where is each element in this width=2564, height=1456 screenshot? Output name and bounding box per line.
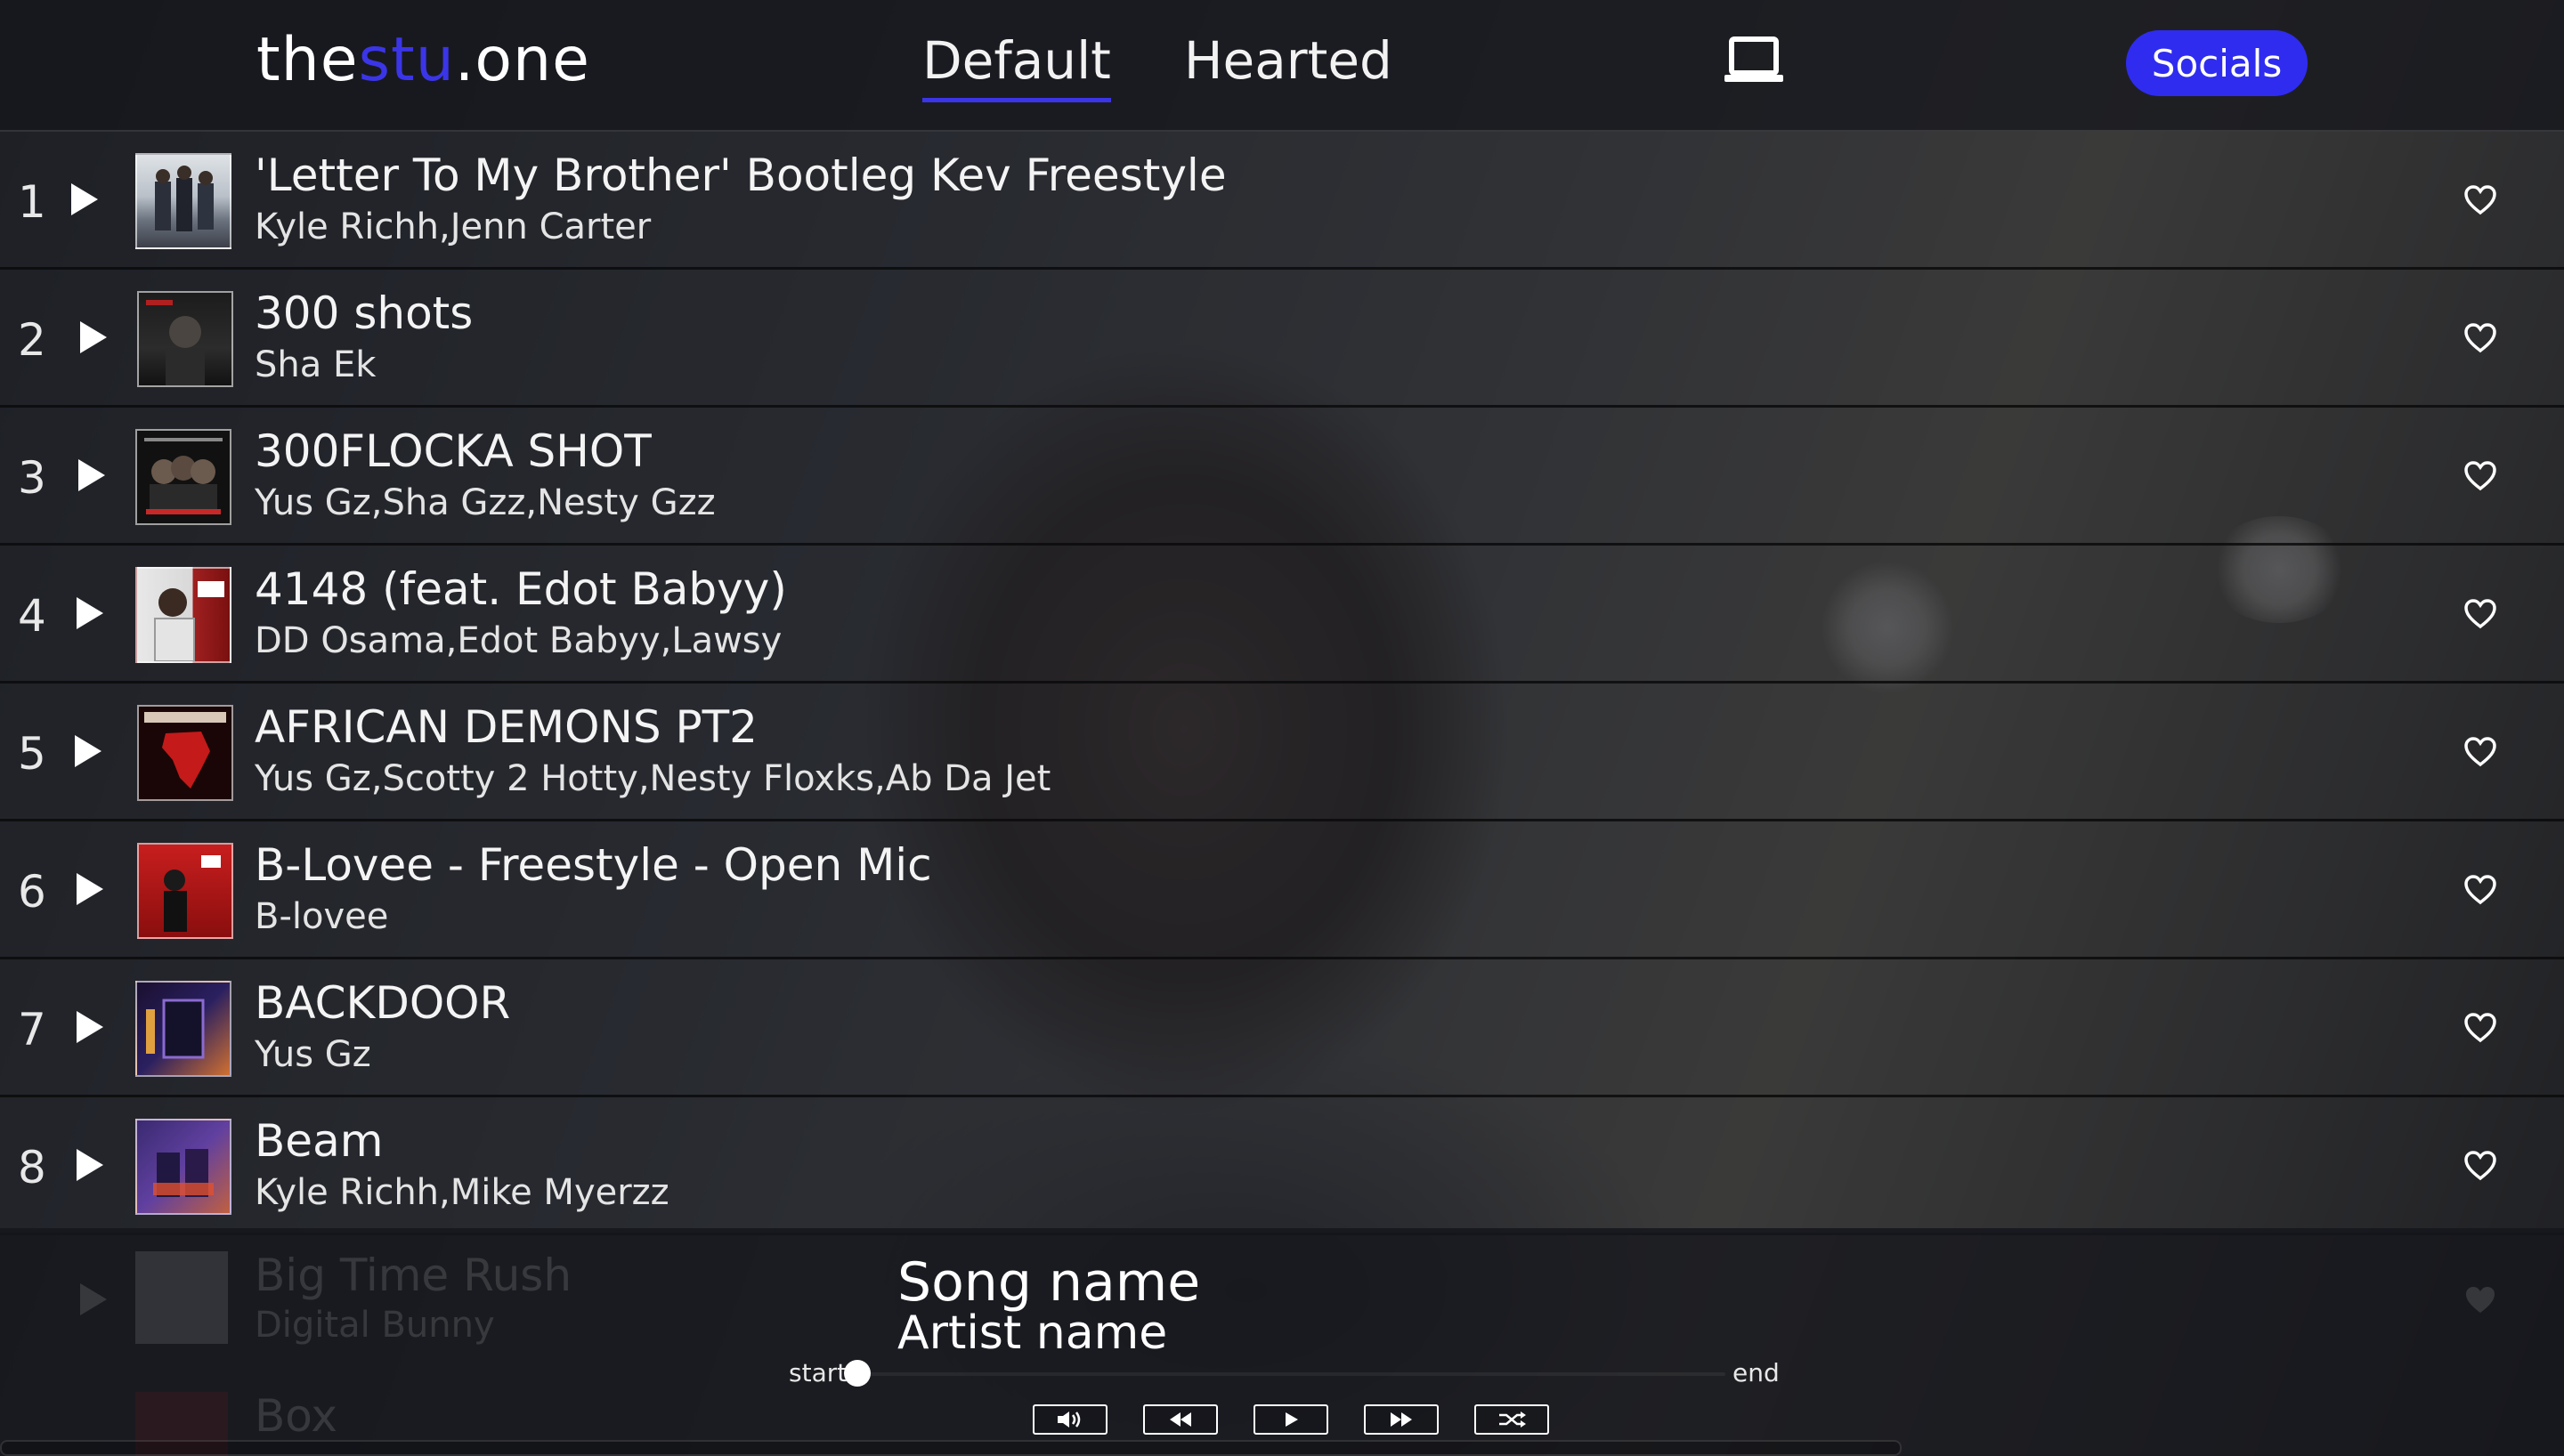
album-art bbox=[137, 291, 233, 387]
volume-icon bbox=[1058, 1412, 1081, 1428]
progress-start-label: start bbox=[789, 1358, 848, 1387]
laptop-icon[interactable] bbox=[1724, 36, 1784, 87]
heart-icon[interactable] bbox=[2464, 185, 2496, 215]
album-art bbox=[135, 429, 231, 525]
progress-slider[interactable] bbox=[844, 1360, 1725, 1387]
heart-icon[interactable] bbox=[2464, 737, 2496, 767]
track-title: BACKDOOR bbox=[255, 977, 511, 1029]
tab-default[interactable]: Default bbox=[922, 30, 1111, 102]
rewind-icon bbox=[1170, 1412, 1191, 1427]
track-artist: Digital Bunny bbox=[255, 1305, 495, 1346]
play-icon[interactable] bbox=[75, 457, 107, 493]
play-icon[interactable] bbox=[73, 1147, 105, 1183]
heart-icon bbox=[2466, 1287, 2495, 1313]
now-playing-artist: Artist name bbox=[897, 1306, 1168, 1360]
album-art bbox=[135, 153, 231, 249]
track-number: 2 bbox=[18, 314, 46, 366]
album-art bbox=[135, 1251, 228, 1344]
heart-icon[interactable] bbox=[2464, 599, 2496, 629]
track-artist: Kyle Richh,Jenn Carter bbox=[255, 206, 652, 247]
track-artist: Yus Gz,Sha Gzz,Nesty Gzz bbox=[255, 482, 716, 523]
track-title: 300 shots bbox=[255, 287, 474, 339]
socials-button[interactable]: Socials bbox=[2126, 30, 2308, 96]
play-icon[interactable] bbox=[68, 182, 100, 217]
playlist-tabs: Default Hearted bbox=[922, 30, 1392, 102]
track-title: B-Lovee - Freestyle - Open Mic bbox=[255, 839, 932, 891]
track-row[interactable]: 5 AFRICAN DEMONS PT2 Yus Gz,Scotty 2 Hot… bbox=[0, 684, 2564, 821]
track-row[interactable]: 4 4148 (feat. Edot Babyy) DD Osama,Edot … bbox=[0, 546, 2564, 684]
track-artist: Yus Gz bbox=[255, 1034, 371, 1075]
album-art bbox=[137, 843, 233, 939]
fast-forward-button[interactable] bbox=[1364, 1404, 1439, 1435]
track-title: AFRICAN DEMONS PT2 bbox=[255, 701, 758, 753]
heart-icon[interactable] bbox=[2464, 1151, 2496, 1181]
track-row[interactable]: 3 300FLOCKA SHOT Yus Gz,Sha Gzz,Nesty Gz… bbox=[0, 408, 2564, 546]
logo-text-one: .one bbox=[454, 25, 590, 95]
heart-icon[interactable] bbox=[2464, 1013, 2496, 1043]
track-row[interactable]: 8 Beam Kyle Richh,Mike Myerzz bbox=[0, 1097, 2564, 1235]
play-icon[interactable] bbox=[71, 733, 103, 769]
track-number: 6 bbox=[18, 866, 46, 918]
play-icon[interactable] bbox=[73, 871, 105, 907]
horizontal-scrollbar[interactable] bbox=[0, 1440, 1902, 1456]
logo-text-the: the bbox=[256, 25, 359, 95]
tab-hearted[interactable]: Hearted bbox=[1184, 30, 1392, 102]
progress-handle[interactable] bbox=[844, 1360, 871, 1387]
now-playing-title: Song name bbox=[897, 1251, 1201, 1314]
track-artist: Kyle Richh,Mike Myerzz bbox=[255, 1172, 669, 1213]
track-title: Big Time Rush bbox=[255, 1250, 572, 1301]
track-number: 5 bbox=[18, 728, 46, 780]
track-row[interactable]: 1 'Letter To My Brother' Bootleg Kev Fre… bbox=[0, 132, 2564, 270]
play-icon[interactable] bbox=[73, 595, 105, 631]
site-logo[interactable]: thestu.one bbox=[256, 25, 590, 95]
heart-icon[interactable] bbox=[2464, 323, 2496, 353]
play-icon[interactable] bbox=[73, 1009, 105, 1045]
track-number: 4 bbox=[18, 590, 46, 642]
player-controls bbox=[1033, 1404, 1549, 1435]
track-title: 4148 (feat. Edot Babyy) bbox=[255, 563, 787, 615]
progress-end-label: end bbox=[1732, 1358, 1780, 1387]
fast-forward-icon bbox=[1391, 1412, 1412, 1427]
track-row[interactable]: 2 300 shots Sha Ek bbox=[0, 270, 2564, 408]
album-art bbox=[135, 567, 231, 663]
play-button[interactable] bbox=[1254, 1404, 1328, 1435]
track-number: 7 bbox=[18, 1004, 46, 1056]
shuffle-icon bbox=[1499, 1412, 1526, 1428]
track-artist: Yus Gz,Scotty 2 Hotty,Nesty Floxks,Ab Da… bbox=[255, 758, 1051, 799]
track-artist: B-lovee bbox=[255, 896, 389, 937]
track-list: 1 'Letter To My Brother' Bootleg Kev Fre… bbox=[0, 132, 2564, 1235]
track-number: 1 bbox=[18, 176, 46, 228]
track-title: 'Letter To My Brother' Bootleg Kev Frees… bbox=[255, 150, 1227, 201]
track-title: 300FLOCKA SHOT bbox=[255, 425, 652, 477]
volume-button[interactable] bbox=[1033, 1404, 1108, 1435]
logo-text-stu: stu bbox=[358, 25, 455, 95]
track-row[interactable]: 6 B-Lovee - Freestyle - Open Mic B-lovee bbox=[0, 821, 2564, 959]
app-root: thestu.one Default Hearted Socials 1 'Le… bbox=[0, 0, 2564, 1456]
play-icon bbox=[1286, 1412, 1298, 1427]
play-icon[interactable] bbox=[77, 320, 109, 355]
album-art bbox=[135, 1119, 231, 1215]
album-art bbox=[135, 981, 231, 1077]
top-nav: thestu.one Default Hearted Socials bbox=[0, 0, 2564, 132]
track-artist: Sha Ek bbox=[255, 344, 377, 385]
play-icon bbox=[80, 1283, 107, 1315]
track-title: Box bbox=[255, 1390, 337, 1442]
track-row[interactable]: 7 BACKDOOR Yus Gz bbox=[0, 959, 2564, 1097]
rewind-button[interactable] bbox=[1143, 1404, 1218, 1435]
track-title: Beam bbox=[255, 1115, 384, 1167]
shuffle-button[interactable] bbox=[1474, 1404, 1549, 1435]
track-number: 8 bbox=[18, 1142, 46, 1193]
track-number: 3 bbox=[18, 452, 46, 504]
album-art bbox=[137, 705, 233, 801]
heart-icon[interactable] bbox=[2464, 875, 2496, 905]
heart-icon[interactable] bbox=[2464, 461, 2496, 491]
player-bar: Big Time Rush Digital Bunny Box Song nam… bbox=[0, 1228, 2564, 1456]
track-artist: DD Osama,Edot Babyy,Lawsy bbox=[255, 620, 783, 661]
list-item: Big Time Rush Digital Bunny bbox=[0, 1246, 2564, 1353]
